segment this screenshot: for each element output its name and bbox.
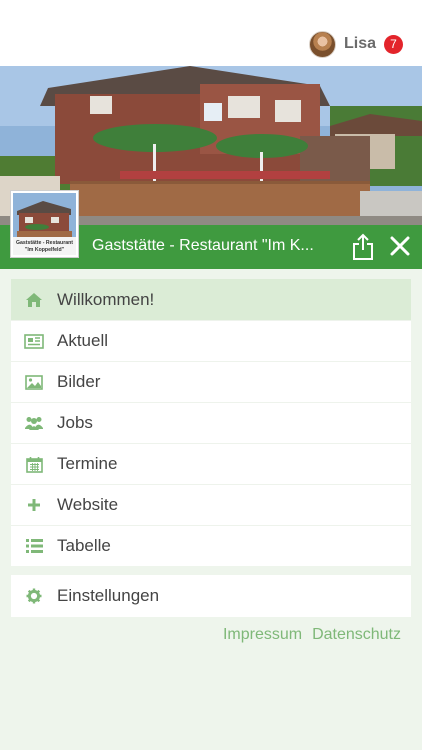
- calendar-icon: [11, 456, 57, 473]
- datenschutz-link[interactable]: Datenschutz: [312, 626, 401, 644]
- image-icon: [11, 374, 57, 390]
- thumb-caption-line2: "Im Koppelfeld": [25, 247, 65, 253]
- avatar[interactable]: [308, 30, 336, 58]
- settings-label: Einstellungen: [57, 586, 160, 605]
- menu-item-label: Tabelle: [57, 536, 111, 555]
- list-icon: [11, 539, 57, 553]
- thumb-caption-line1: Gaststätte - Restaurant: [16, 240, 73, 246]
- navigation-menu: Willkommen! Aktuell Bilder Jobs Termine …: [11, 279, 411, 566]
- footer-links: Impressum Datenschutz: [223, 626, 401, 644]
- menu-item-label: Bilder: [57, 372, 101, 391]
- venue-thumbnail: Gaststätte - Restaurant "Im Koppelfeld": [10, 190, 79, 258]
- notification-badge[interactable]: 7: [384, 34, 403, 54]
- share-icon: [353, 233, 373, 260]
- home-icon: [11, 292, 57, 308]
- share-button[interactable]: [351, 233, 375, 261]
- impressum-link[interactable]: Impressum: [223, 626, 302, 644]
- newspaper-icon: [11, 333, 57, 349]
- menu-item-jobs[interactable]: Jobs: [11, 402, 411, 443]
- settings-item[interactable]: Einstellungen: [11, 575, 411, 617]
- close-button[interactable]: [389, 235, 411, 257]
- plus-icon: [11, 498, 57, 512]
- menu-item-label: Willkommen!: [57, 289, 155, 309]
- menu-item-termine[interactable]: Termine: [11, 443, 411, 484]
- user-name[interactable]: Lisa: [344, 35, 376, 53]
- menu-item-label: Aktuell: [57, 331, 109, 350]
- gear-icon: [11, 588, 57, 604]
- top-bar: Lisa 7: [0, 0, 422, 66]
- users-icon: [11, 415, 57, 431]
- menu-item-label: Termine: [57, 454, 118, 473]
- menu-item-willkommen[interactable]: Willkommen!: [11, 279, 411, 320]
- close-icon: [390, 236, 410, 256]
- menu-item-label: Jobs: [57, 413, 93, 432]
- menu-item-bilder[interactable]: Bilder: [11, 361, 411, 402]
- menu-item-website[interactable]: Website: [11, 484, 411, 525]
- venue-title: Gaststätte - Restaurant "Im K...: [92, 237, 314, 254]
- menu-item-label: Website: [57, 495, 119, 514]
- menu-item-aktuell[interactable]: Aktuell: [11, 320, 411, 361]
- user-menu[interactable]: Lisa 7: [308, 30, 403, 58]
- menu-item-tabelle[interactable]: Tabelle: [11, 525, 411, 566]
